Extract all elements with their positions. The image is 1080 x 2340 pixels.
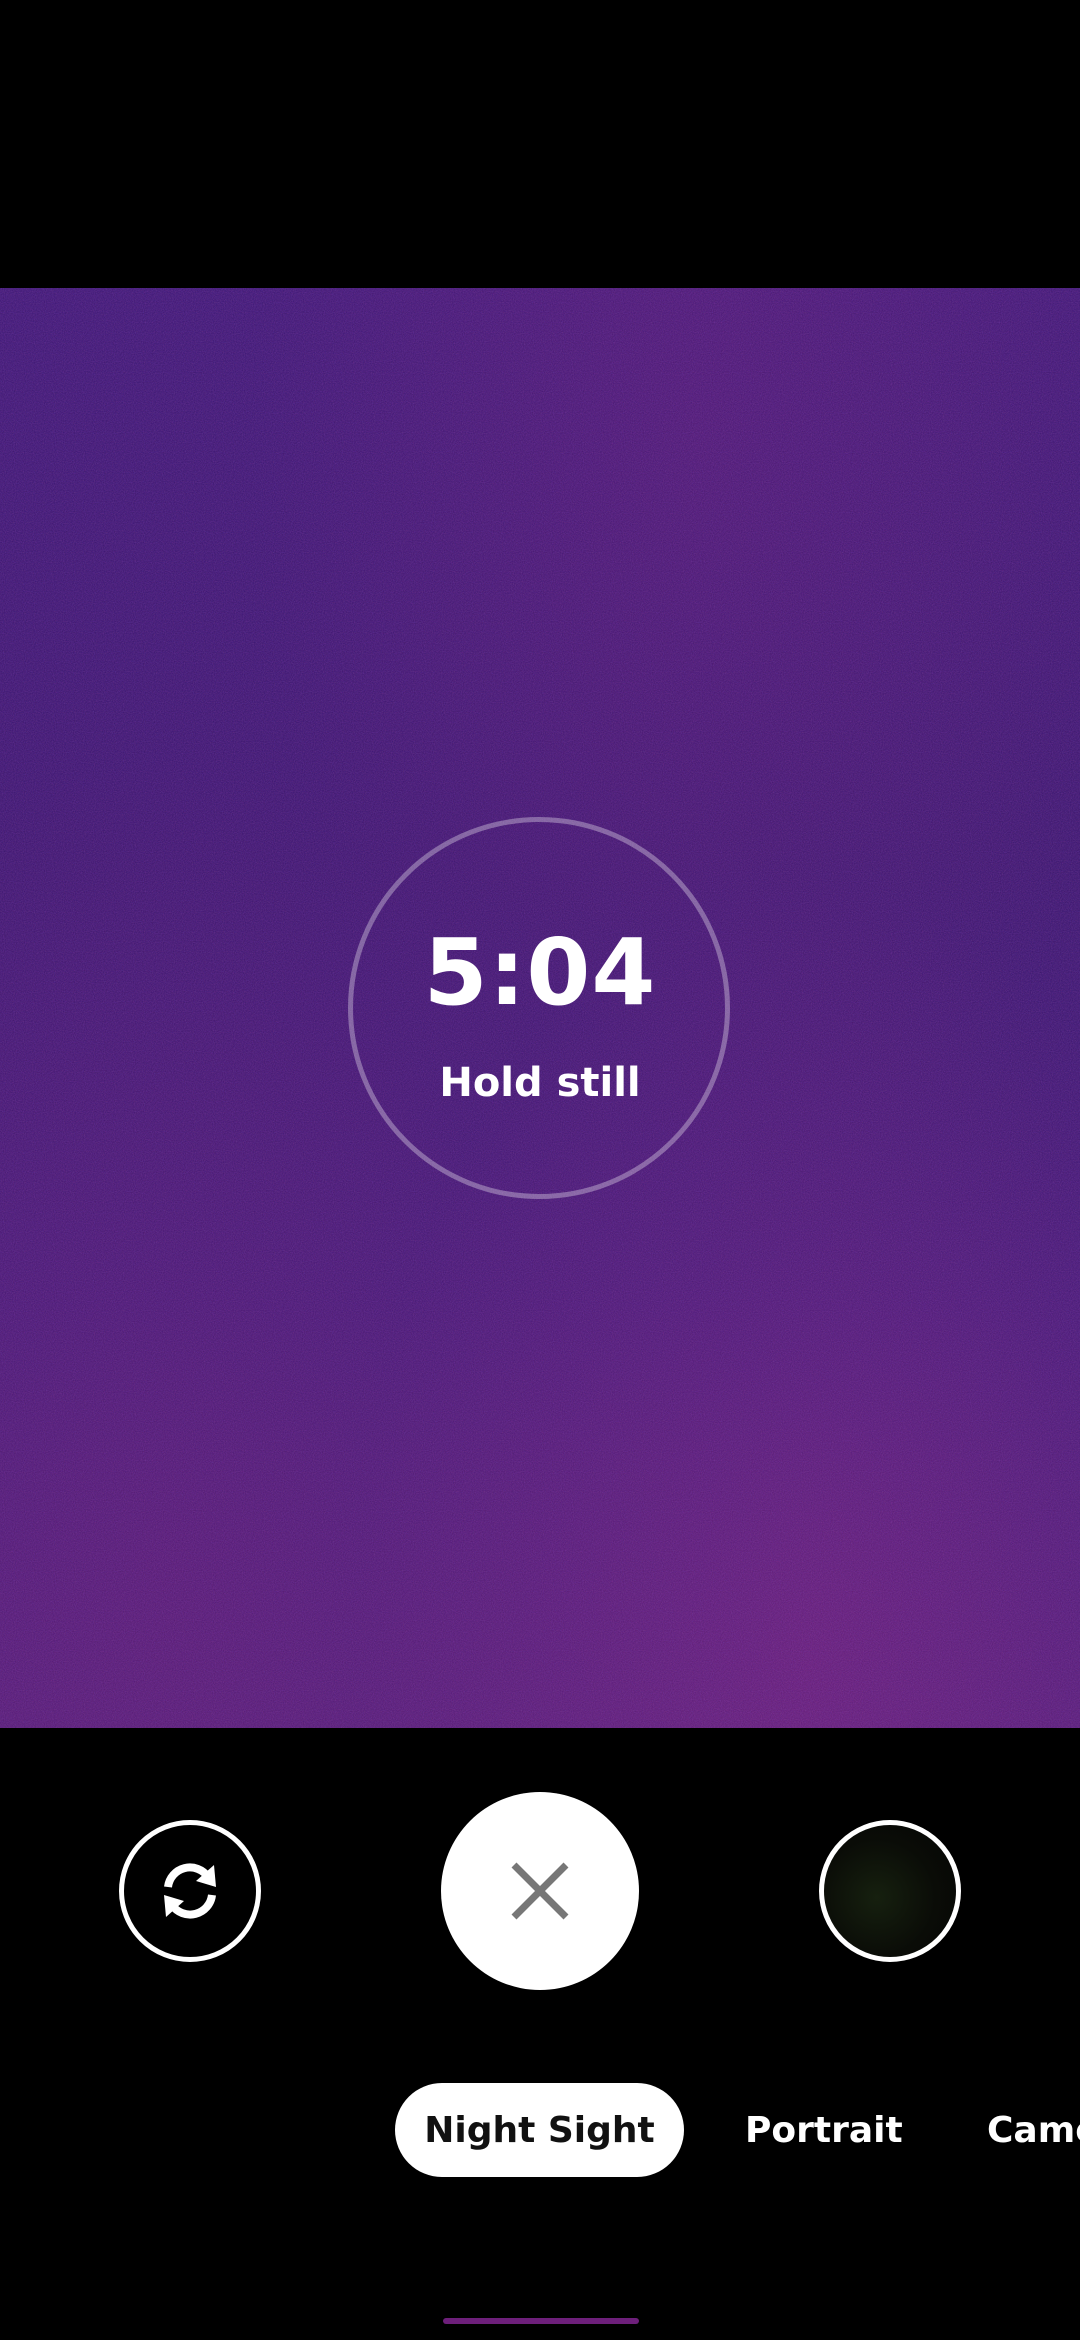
close-icon [511, 1862, 569, 1920]
camera-screen: 5:04 Hold still Night Sight Portrait Cam… [0, 0, 1080, 2340]
gallery-thumbnail-button[interactable] [819, 1820, 961, 1962]
switch-camera-icon [164, 1863, 216, 1919]
mode-portrait[interactable]: Portrait [745, 2083, 903, 2177]
hold-still-caption: Hold still [439, 1060, 641, 1106]
switch-camera-button[interactable] [119, 1820, 261, 1962]
mode-selector: Night Sight Portrait Camera [0, 2083, 1080, 2177]
mode-camera[interactable]: Camera [987, 2083, 1080, 2177]
mode-night-sight[interactable]: Night Sight [395, 2083, 684, 2177]
home-indicator[interactable] [443, 2318, 639, 2324]
timer-countdown: 5:04 [423, 919, 657, 1026]
cancel-capture-button[interactable] [441, 1792, 639, 1990]
